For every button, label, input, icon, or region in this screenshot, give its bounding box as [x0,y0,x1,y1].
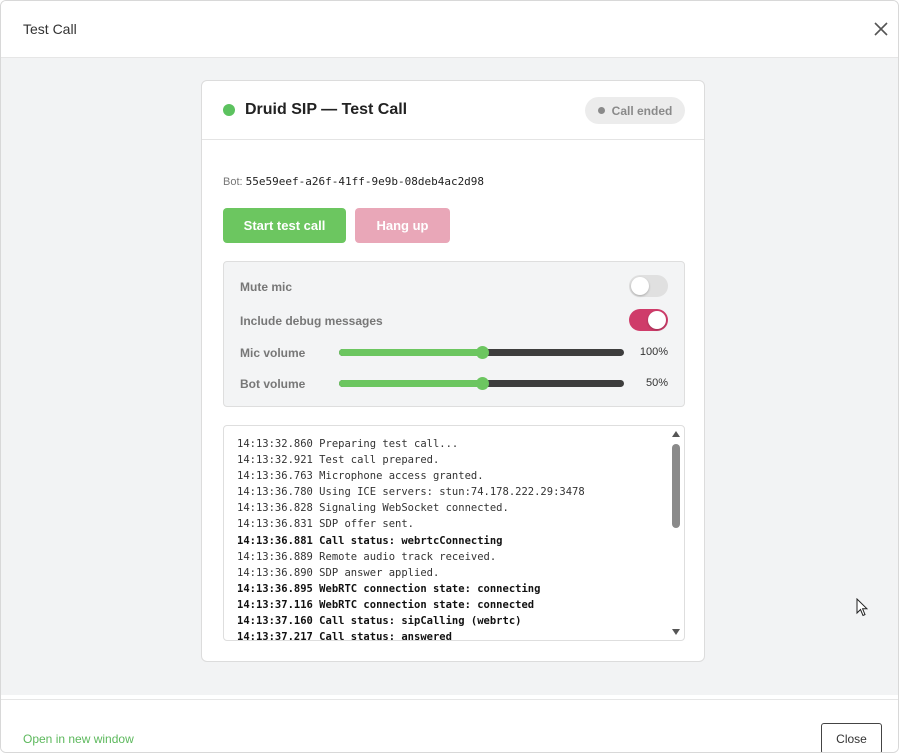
status-badge-dot [597,107,605,114]
log-line: 14:13:36.780 Using ICE servers: stun:74.… [237,486,585,499]
scroll-up-arrow-icon[interactable] [672,431,680,437]
test-call-modal: Test Call Druid SIP — Test Call Call end… [0,0,899,753]
log-line: 14:13:36.831 SDP offer sent. [237,518,415,531]
debug-messages-toggle[interactable] [629,309,668,331]
slider-thumb[interactable] [476,346,489,359]
hang-up-button: Hang up [355,208,450,243]
log-line: 14:13:36.889 Remote audio track received… [237,550,497,563]
card-header: Druid SIP — Test Call Call ended [202,81,704,140]
log-line: 14:13:36.895 WebRTC connection state: co… [237,582,541,595]
log-line: 14:13:36.828 Signaling WebSocket connect… [237,502,509,515]
debug-messages-label: Include debug messages [240,314,383,328]
bot-id-line: Bot: 55e59eef-a26f-41ff-9e9b-08deb4ac2d9… [223,175,484,188]
debug-log-panel[interactable]: 14:13:32.860 Preparing test call... 14:13… [223,425,685,641]
slider-fill [339,349,482,356]
scroll-down-arrow-icon[interactable] [672,629,680,635]
call-status-badge: Call ended [585,97,685,124]
toggle-knob [631,277,649,295]
slider-fill [339,380,482,387]
status-dot [223,104,235,116]
log-lines: 14:13:32.860 Preparing test call... 14:13… [237,436,667,641]
scrollbar-thumb[interactable] [672,444,680,528]
card-title: Druid SIP — Test Call [245,101,408,118]
mute-mic-label: Mute mic [240,280,293,294]
log-line: 14:13:37.116 WebRTC connection state: co… [237,598,535,611]
log-line: 14:13:32.860 Preparing test call... [237,438,459,450]
test-call-card: Druid SIP — Test Call Call ended Bot: 55… [201,80,705,662]
log-line: 14:13:37.160 Call status: sipCalling (we… [237,615,522,628]
log-line: 14:13:36.881 Call status: webrtcConnecti… [237,534,503,547]
modal-header: Test Call [1,1,898,58]
bot-label: Bot: [223,176,243,188]
close-icon[interactable] [873,21,889,37]
log-line: 14:13:32.921 Test call prepared. [237,454,440,467]
modal-footer: Open in new window Close [1,699,898,752]
bot-volume-slider[interactable] [339,377,624,390]
mic-volume-slider[interactable] [339,346,624,359]
log-line: 14:13:37.217 Call status: answered [237,631,452,641]
modal-title: Test Call [23,21,77,37]
log-line: 14:13:36.763 Microphone access granted. [237,470,484,483]
log-line: 14:13:36.890 SDP answer applied. [237,566,440,579]
log-scrollbar[interactable] [669,428,683,638]
close-button[interactable]: Close [821,723,882,752]
toggle-knob [648,311,666,329]
bot-volume-value: 50% [645,377,668,389]
open-in-new-window-link[interactable]: Open in new window [23,732,134,746]
mic-volume-value: 100% [639,346,668,358]
mic-volume-label: Mic volume [240,346,306,360]
bot-volume-label: Bot volume [240,377,306,391]
status-badge-label: Call ended [611,103,673,118]
slider-thumb[interactable] [476,377,489,390]
call-settings-panel: Mute mic Include debug messages Mic volu… [223,261,685,407]
modal-body: Druid SIP — Test Call Call ended Bot: 55… [1,58,898,695]
bot-id-value: 55e59eef-a26f-41ff-9e9b-08deb4ac2d98 [245,175,485,188]
mouse-cursor-icon [856,598,868,617]
mute-mic-toggle[interactable] [629,275,668,297]
start-test-call-button[interactable]: Start test call [223,208,346,243]
